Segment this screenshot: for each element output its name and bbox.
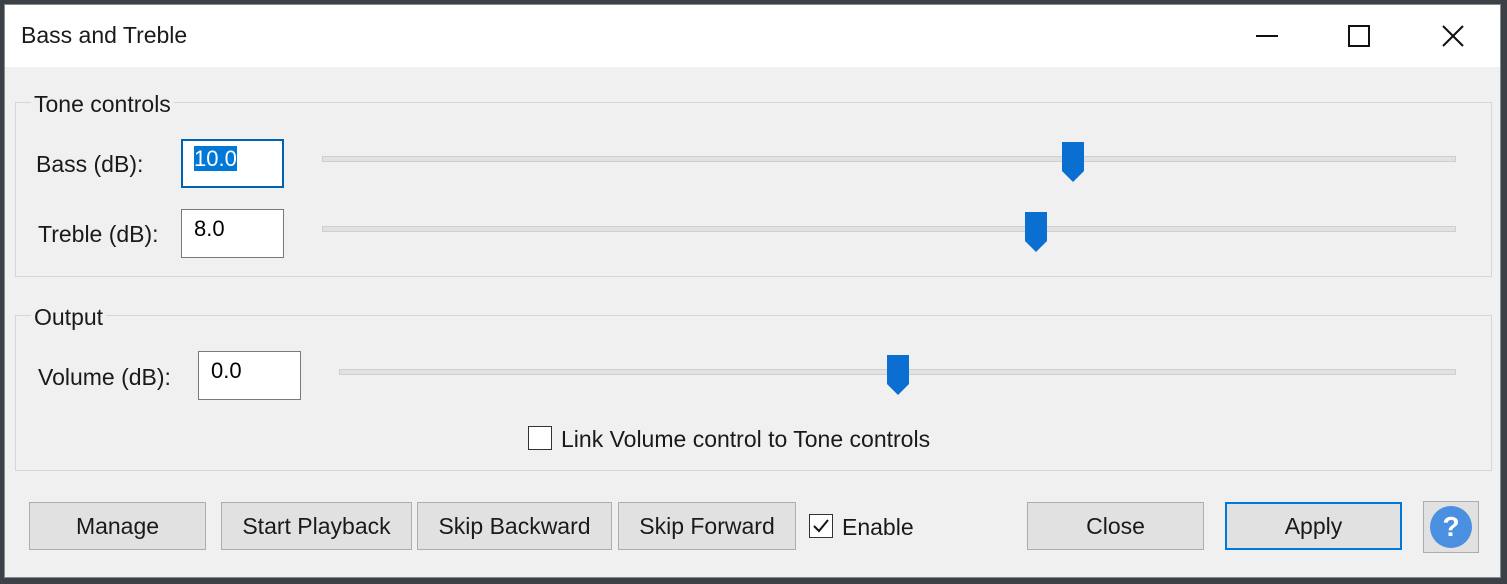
treble-slider-thumb[interactable] — [1024, 211, 1048, 253]
checkmark-icon — [813, 519, 829, 533]
treble-value: 8.0 — [194, 216, 225, 241]
link-volume-checkbox[interactable] — [528, 426, 552, 450]
volume-label: Volume (dB): — [38, 364, 171, 390]
bass-input[interactable]: 10.0 — [181, 139, 284, 188]
start-playback-button[interactable]: Start Playback — [221, 502, 412, 550]
close-button[interactable]: Close — [1027, 502, 1204, 550]
bass-slider-thumb[interactable] — [1061, 141, 1085, 183]
skip-forward-button[interactable]: Skip Forward — [618, 502, 796, 550]
treble-label: Treble (dB): — [38, 221, 159, 247]
bass-value: 10.0 — [194, 146, 237, 171]
manage-button[interactable]: Manage — [29, 502, 206, 550]
skip-backward-button[interactable]: Skip Backward — [417, 502, 612, 550]
enable-checkbox[interactable] — [809, 514, 833, 538]
maximize-icon — [1348, 25, 1370, 47]
link-volume-label[interactable]: Link Volume control to Tone controls — [561, 426, 930, 453]
bass-treble-dialog: Bass and Treble Tone controls Bass (dB):… — [4, 4, 1501, 578]
minimize-icon — [1256, 35, 1278, 37]
volume-slider-thumb[interactable] — [886, 354, 910, 396]
output-label: Output — [31, 304, 107, 331]
svg-text:?: ? — [1442, 511, 1459, 542]
close-icon — [1442, 25, 1464, 47]
apply-button[interactable]: Apply — [1225, 502, 1402, 550]
title-bar[interactable]: Bass and Treble — [5, 5, 1500, 67]
volume-value: 0.0 — [211, 358, 242, 383]
bass-label: Bass (dB): — [36, 151, 144, 177]
maximize-button[interactable] — [1313, 5, 1405, 67]
close-window-button[interactable] — [1407, 5, 1499, 67]
minimize-button[interactable] — [1221, 5, 1313, 67]
bass-slider-track[interactable] — [322, 156, 1456, 162]
help-icon: ? — [1430, 506, 1472, 548]
volume-input[interactable]: 0.0 — [198, 351, 301, 400]
treble-slider-track[interactable] — [322, 226, 1456, 232]
tone-controls-label: Tone controls — [31, 91, 174, 118]
enable-label[interactable]: Enable — [842, 514, 914, 541]
window-title: Bass and Treble — [21, 22, 188, 48]
help-button[interactable]: ? — [1423, 501, 1479, 553]
treble-input[interactable]: 8.0 — [181, 209, 284, 258]
